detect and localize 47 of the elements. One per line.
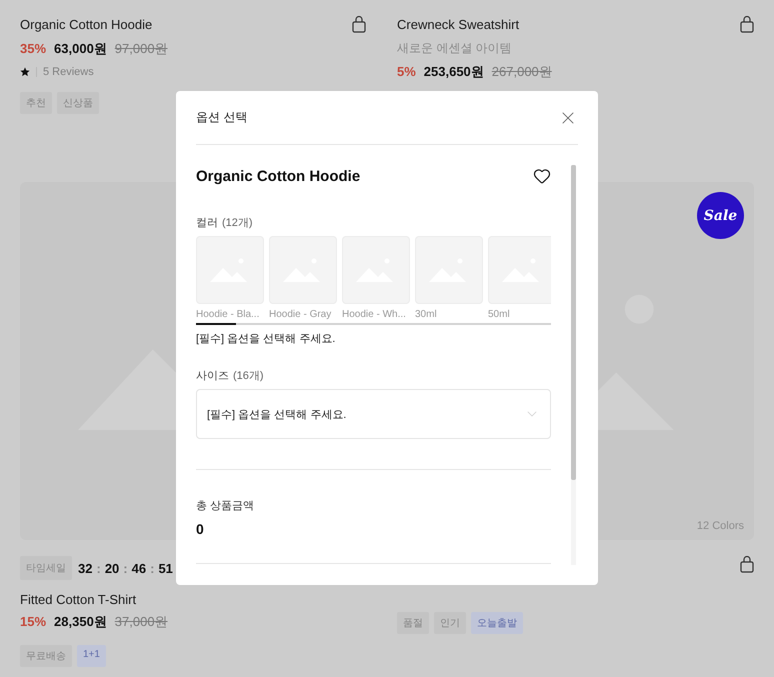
original-price: 267,000원 xyxy=(492,63,552,81)
product-tag: 신상품 xyxy=(57,92,99,114)
product-name: Organic Cotton Hoodie xyxy=(196,168,360,184)
product-tag: 인기 xyxy=(434,612,466,634)
timer-separator: : xyxy=(96,560,101,576)
shopping-bag-icon[interactable] xyxy=(352,16,366,32)
product-subtitle: 새로운 에센셜 아이템 xyxy=(397,40,513,57)
required-notice: [필수] 옵션을 선택해 주세요. xyxy=(196,332,336,346)
sale-price: 28,350원 xyxy=(54,613,107,631)
original-price: 37,000원 xyxy=(114,613,168,631)
product-tag: 추천 xyxy=(20,92,52,114)
option-label: 컬러 xyxy=(196,216,218,230)
product-title[interactable]: Organic Cotton Hoodie xyxy=(20,16,152,32)
original-price: 97,000원 xyxy=(114,40,168,58)
discount-rate: 15% xyxy=(20,614,46,629)
timer-digits: 20 xyxy=(104,560,120,576)
option-count: (16개) xyxy=(233,369,264,383)
timer-digits: 51 xyxy=(158,560,173,576)
total-label: 총 상품금액 xyxy=(196,499,256,513)
dialog-title: 옵션 선택 xyxy=(196,109,248,126)
product-tag: 1+1 xyxy=(77,645,106,667)
sale-price: 253,650원 xyxy=(424,63,484,81)
heart-icon[interactable] xyxy=(533,167,551,185)
discount-rate: 5% xyxy=(397,64,416,79)
shopping-bag-icon[interactable] xyxy=(740,556,754,573)
timer-separator: : xyxy=(123,560,128,576)
scrollbar[interactable] xyxy=(571,165,576,565)
product-tag: 오늘출발 xyxy=(471,612,523,634)
sale-badge: Sale xyxy=(697,192,744,239)
time-sale-label: 타임세일 xyxy=(20,556,72,580)
star-icon xyxy=(20,67,30,77)
option-count: (12개) xyxy=(222,216,253,230)
timer-separator: : xyxy=(150,560,154,576)
product-tag: 무료배송 xyxy=(20,645,72,667)
timer-digits: 32 xyxy=(78,560,92,576)
product-title[interactable]: Fitted Cotton T-Shirt xyxy=(20,592,366,607)
color-count: 12 Colors xyxy=(696,520,744,532)
option-label: 사이즈 xyxy=(196,369,229,383)
review-count: 5 Reviews xyxy=(43,66,94,78)
discount-rate: 35% xyxy=(20,41,46,56)
timer-digits: 46 xyxy=(132,560,146,576)
shopping-bag-icon[interactable] xyxy=(740,16,754,32)
size-select[interactable]: [필수] 옵션을 선택해 주세요. xyxy=(196,389,551,439)
product-tag: 품절 xyxy=(397,612,429,634)
product-title[interactable]: Crewneck Sweatshirt xyxy=(397,16,520,32)
sale-price: 63,000원 xyxy=(54,40,107,58)
total-price: 0 xyxy=(196,521,205,537)
